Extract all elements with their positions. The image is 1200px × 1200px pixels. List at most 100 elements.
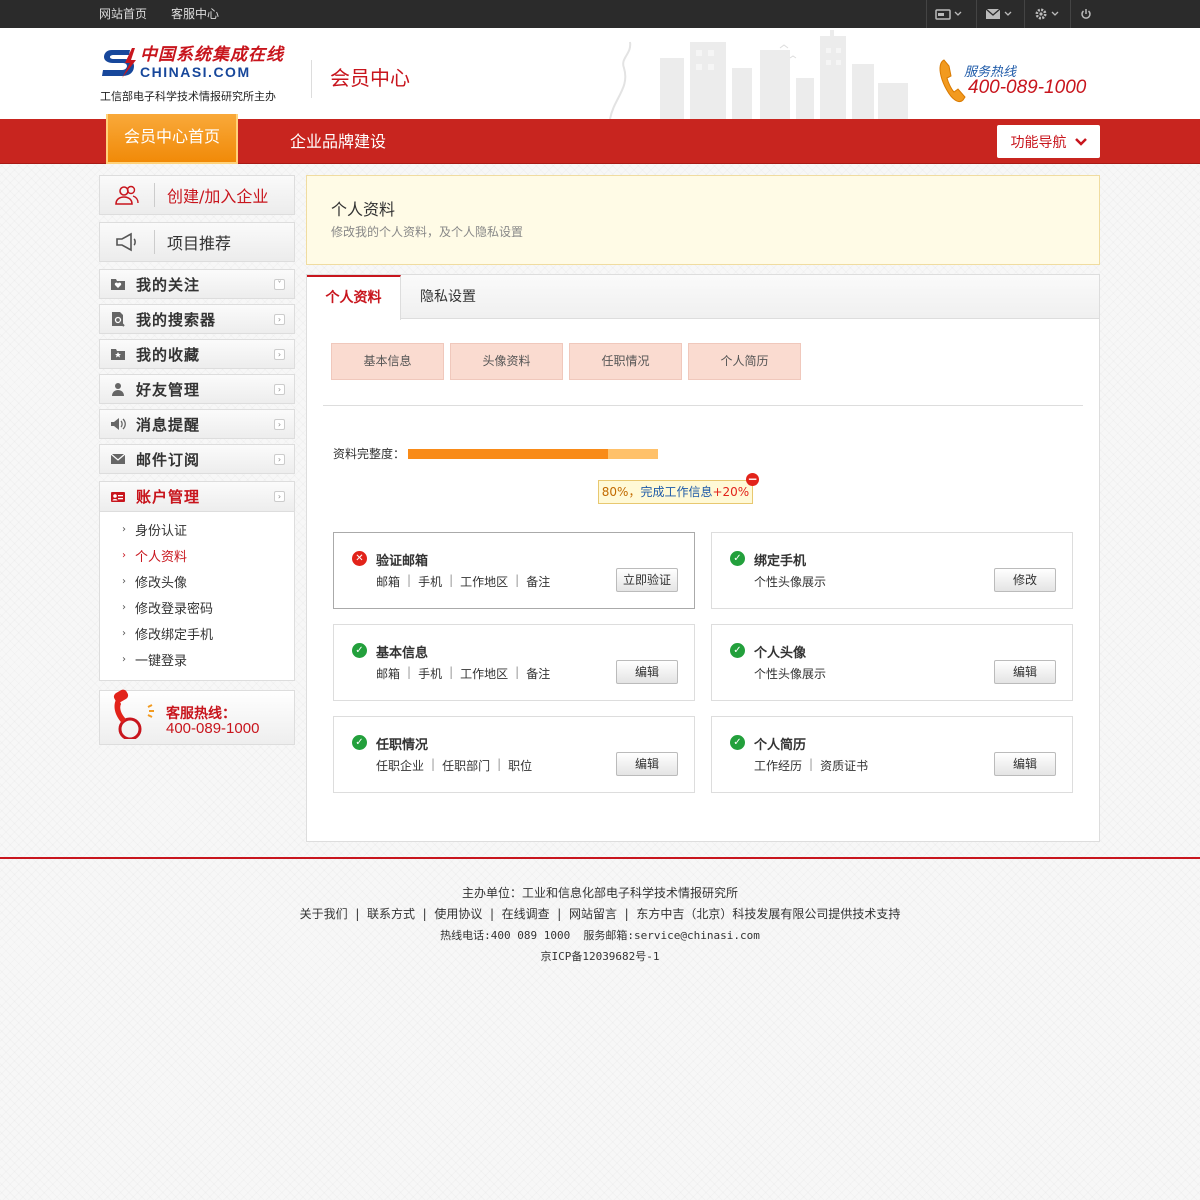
mail-icon [985,8,1001,19]
chevron-right-icon: › [274,349,285,360]
sidebar-item-messages[interactable]: 消息提醒 › [99,409,295,439]
error-status-icon: ✕ [352,551,367,566]
card-title: 个人头像 [754,646,807,661]
edit-basic-info-button[interactable]: 编辑 [616,660,678,684]
card-bind-phone: ✓ 绑定手机 个性头像展示 修改 [711,532,1073,609]
sub-item-profile-active[interactable]: › 个人资料 [122,546,187,565]
sidebar-item-label: 我的搜索器 [136,310,217,329]
card-icon [935,9,951,20]
users-icon [115,185,139,205]
sub-item-one-click-login[interactable]: › 一键登录 [122,650,187,669]
sidebar-item-favorites[interactable]: 我的收藏 › [99,339,295,369]
section-basic-info-button[interactable]: 基本信息 [331,343,444,380]
chevron-down-icon [1051,11,1059,16]
footer-link-survey[interactable]: 在线调查 [502,907,550,921]
footer-links: 关于我们 | 联系方式 | 使用协议 | 在线调查 | 网站留言 | 东方中吉（… [299,907,901,921]
chevron-right-icon: › [122,550,126,561]
chevron-right-icon: › [274,419,285,430]
chevron-right-icon: › [274,454,285,465]
project-recommend-button[interactable]: 项目推荐 [99,222,295,262]
chevron-right-icon: › [122,576,126,587]
sub-item-password[interactable]: › 修改登录密码 [122,598,213,617]
sub-item-phone[interactable]: › 修改绑定手机 [122,624,213,643]
footer-link-feedback[interactable]: 网站留言 [569,907,617,921]
card-title: 验证邮箱 [376,554,429,569]
create-join-label: 创建/加入企业 [167,187,269,206]
completion-progress-bar [408,449,658,459]
settings-menu-button[interactable] [1024,0,1068,28]
edit-resume-button[interactable]: 编辑 [994,752,1056,776]
account-management-label: 账户管理 [136,488,201,506]
header-divider [311,60,312,98]
card-items: 个性头像展示 [754,667,827,681]
section-avatar-button[interactable]: 头像资料 [450,343,563,380]
mail-menu-button[interactable] [976,0,1020,28]
footer-link-about[interactable]: 关于我们 [300,907,348,921]
megaphone-icon [116,232,136,252]
edit-avatar-button[interactable]: 编辑 [994,660,1056,684]
card-items: 邮箱 | 手机 | 工作地区 | 备注 [376,665,551,681]
power-icon [1080,9,1091,19]
sidebar-item-account[interactable]: 账户管理 › [100,482,294,512]
footer-link-agreement[interactable]: 使用协议 [434,907,482,921]
function-nav-label: 功能导航 [1010,134,1067,151]
user-icon [112,383,124,396]
site-header: 中国系统集成在线 CHINASI.COM 工信部电子科学技术情报研究所主办 会员… [0,28,1200,119]
card-resume: ✓ 个人简历 工作经历 | 资质证书 编辑 [711,716,1073,793]
footer-contact: 热线电话:400 089 1000 服务邮箱:service@chinasi.c… [440,929,760,942]
site-home-link[interactable]: 网站首页 [99,0,147,28]
edit-employment-button[interactable]: 编辑 [616,752,678,776]
city-skyline-illustration [609,30,908,119]
modify-phone-button[interactable]: 修改 [994,568,1056,592]
logo-english-name: CHINASI.COM [140,64,251,80]
create-join-company-button[interactable]: 创建/加入企业 [99,175,295,215]
sub-item-identity[interactable]: › 身份认证 [122,520,187,539]
check-status-icon: ✓ [730,551,745,566]
gear-icon [1035,8,1047,20]
sidebar-item-following[interactable]: 我的关注 ˅ [99,269,295,299]
phone-icon [939,59,966,102]
check-status-icon: ✓ [352,735,367,750]
speaker-icon [111,418,126,430]
chevron-down-icon [1074,137,1087,146]
sidebar-item-label: 我的收藏 [136,345,201,364]
sub-item-avatar[interactable]: › 修改头像 [122,572,187,591]
card-items: 工作经历 | 资质证书 [754,757,869,773]
card-items: 个性头像展示 [754,575,827,589]
check-status-icon: ✓ [352,643,367,658]
tip-complete-work-info-link[interactable]: 完成工作信息 [640,485,712,499]
nav-brand-building-tab[interactable]: 企业品牌建设 [290,119,386,164]
star-folder-icon [111,349,125,360]
tab-bar: 个人资料 隐私设置 [307,275,1099,320]
tip-percent: 80%， [601,485,641,499]
project-recommend-label: 项目推荐 [167,234,232,253]
tab-personal-info[interactable]: 个人资料 [307,275,401,320]
sidebar-item-mail-subscription[interactable]: 邮件订阅 › [99,444,295,474]
site-logo[interactable]: 中国系统集成在线 CHINASI.COM [100,46,284,80]
logo-chinese-name: 中国系统集成在线 [140,45,284,65]
sidebar-item-friends[interactable]: 好友管理 › [99,374,295,404]
chevron-right-icon: › [122,628,126,639]
service-center-link[interactable]: 客服中心 [171,0,219,28]
chevron-down-icon: ˅ [274,279,285,290]
tab-privacy-settings[interactable]: 隐私设置 [401,275,495,319]
section-resume-button[interactable]: 个人简历 [688,343,801,380]
close-tip-icon[interactable]: − [746,473,759,486]
chevron-right-icon: › [274,491,285,502]
function-nav-button[interactable]: 功能导航 [997,125,1100,158]
verify-now-button[interactable]: 立即验证 [616,568,678,592]
logout-button[interactable] [1070,0,1100,28]
card-title: 个人简历 [754,738,807,753]
site-footer: 主办单位：工业和信息化部电子科学技术情报研究所 关于我们 | 联系方式 | 使用… [0,857,1200,1200]
message-card-button[interactable] [926,0,970,28]
card-avatar: ✓ 个人头像 个性头像展示 编辑 [711,624,1073,701]
page-subtitle: 修改我的个人资料，及个人隐私设置 [331,225,524,239]
sidebar-item-searcher[interactable]: 我的搜索器 › [99,304,295,334]
nav-member-home-tab[interactable]: 会员中心首页 [106,114,238,164]
check-status-icon: ✓ [730,735,745,750]
footer-link-contact[interactable]: 联系方式 [367,907,415,921]
section-employment-button[interactable]: 任职情况 [569,343,682,380]
telephone-icon [113,689,154,739]
page-title: 个人资料 [331,200,396,219]
completion-tooltip: 80%，完成工作信息+20% − [598,473,759,504]
